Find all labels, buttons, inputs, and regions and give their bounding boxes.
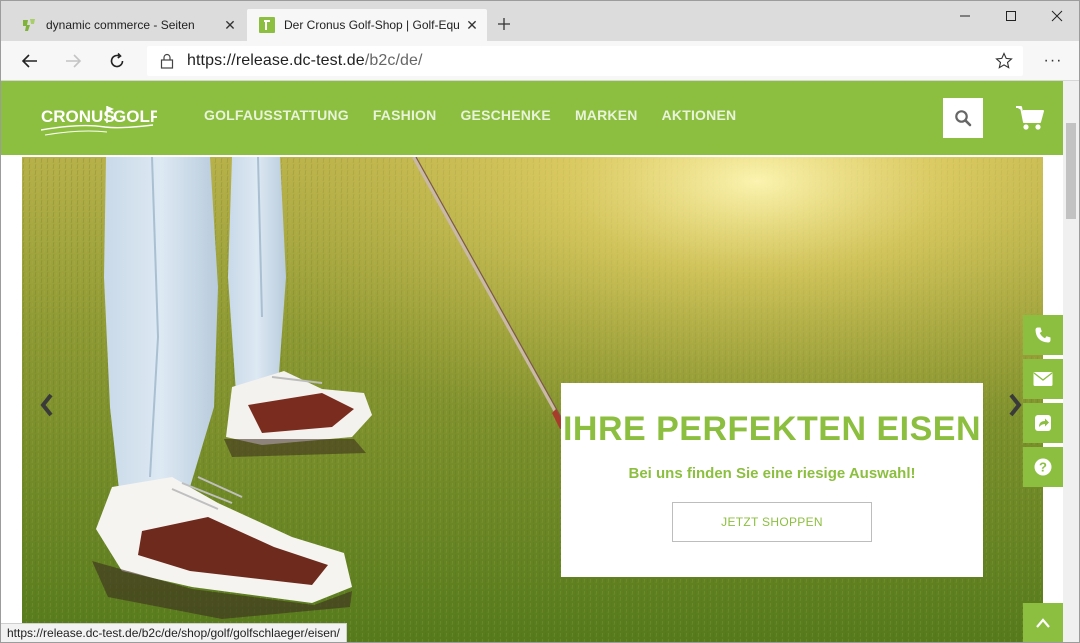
tab-dynamic-commerce[interactable]: dynamic commerce - Seiten ✕ <box>9 9 245 41</box>
close-tab-icon[interactable]: ✕ <box>219 14 241 36</box>
cronus-golf-logo[interactable]: CRONUS GOLF <box>40 101 160 141</box>
url-text: https://release.dc-test.de/b2c/de/ <box>187 52 423 69</box>
hero-slider: IHRE PERFEKTEN EISEN Bei uns finden Sie … <box>22 157 1043 642</box>
search-button[interactable] <box>943 98 983 138</box>
help-icon: ? <box>1034 458 1052 476</box>
browser-toolbar: https://release.dc-test.de/b2c/de/ ··· <box>1 41 1079 81</box>
browser-window: dynamic commerce - Seiten ✕ Der Cronus G… <box>0 0 1080 643</box>
share-icon <box>1035 415 1051 431</box>
scrollbar-thumb[interactable] <box>1066 123 1076 219</box>
nav-fashion[interactable]: FASHION <box>373 107 437 123</box>
site-header: CRONUS GOLF GOLFAUSSTATTUNG FASHION GESC… <box>1 81 1063 155</box>
main-navigation: GOLFAUSSTATTUNG FASHION GESCHENKE MARKEN… <box>204 107 760 123</box>
new-tab-button[interactable] <box>493 13 515 35</box>
lock-icon[interactable] <box>147 53 187 69</box>
help-button[interactable]: ? <box>1023 447 1063 487</box>
slider-previous-button[interactable] <box>32 387 62 423</box>
back-arrow-icon[interactable] <box>14 45 46 77</box>
cart-icon <box>1016 106 1044 130</box>
tab-bar: dynamic commerce - Seiten ✕ Der Cronus G… <box>1 1 1079 41</box>
mail-icon <box>1033 372 1053 386</box>
nav-marken[interactable]: MARKEN <box>575 107 638 123</box>
cart-button[interactable] <box>1013 103 1047 133</box>
dynamic-commerce-favicon-icon <box>21 17 37 33</box>
refresh-icon[interactable] <box>101 45 133 77</box>
maximize-button[interactable] <box>988 1 1034 31</box>
promo-box: IHRE PERFEKTEN EISEN Bei uns finden Sie … <box>561 383 983 577</box>
web-page: CRONUS GOLF GOLFAUSSTATTUNG FASHION GESC… <box>1 81 1079 642</box>
search-icon <box>955 110 972 127</box>
tab-cronus-golf-shop[interactable]: Der Cronus Golf-Shop | Golf-Equ ✕ <box>247 9 487 41</box>
promo-subtitle: Bei uns finden Sie eine riesige Auswahl! <box>628 465 916 482</box>
nav-geschenke[interactable]: GESCHENKE <box>460 107 550 123</box>
more-icon[interactable]: ··· <box>1037 45 1069 77</box>
svg-text:GOLF: GOLF <box>113 107 157 126</box>
chevron-up-icon <box>1036 618 1050 628</box>
star-icon[interactable] <box>995 52 1013 75</box>
address-bar[interactable]: https://release.dc-test.de/b2c/de/ <box>147 46 1023 76</box>
status-bar-link-preview: https://release.dc-test.de/b2c/de/shop/g… <box>1 623 347 642</box>
tab-title: dynamic commerce - Seiten <box>46 18 195 32</box>
page-scrollbar[interactable] <box>1063 81 1079 642</box>
svg-text:?: ? <box>1039 460 1047 475</box>
back-to-top-button[interactable] <box>1023 603 1063 642</box>
nav-golfausstattung[interactable]: GOLFAUSSTATTUNG <box>204 107 349 123</box>
promo-title: IHRE PERFEKTEN EISEN <box>562 410 982 448</box>
phone-icon <box>1035 327 1051 343</box>
cronus-favicon-icon <box>259 17 275 33</box>
close-window-button[interactable] <box>1034 1 1079 31</box>
close-tab-icon[interactable]: ✕ <box>461 14 483 36</box>
svg-text:CRONUS: CRONUS <box>41 107 115 126</box>
share-button[interactable] <box>1023 403 1063 443</box>
phone-button[interactable] <box>1023 315 1063 355</box>
minimize-button[interactable] <box>942 1 988 31</box>
tab-title: Der Cronus Golf-Shop | Golf-Equ <box>284 18 460 32</box>
chevron-right-icon <box>1009 393 1022 417</box>
shop-now-button[interactable]: JETZT SHOPPEN <box>672 502 872 542</box>
forward-arrow-icon[interactable] <box>57 45 89 77</box>
nav-aktionen[interactable]: AKTIONEN <box>662 107 737 123</box>
mail-button[interactable] <box>1023 359 1063 399</box>
chevron-left-icon <box>40 393 53 417</box>
